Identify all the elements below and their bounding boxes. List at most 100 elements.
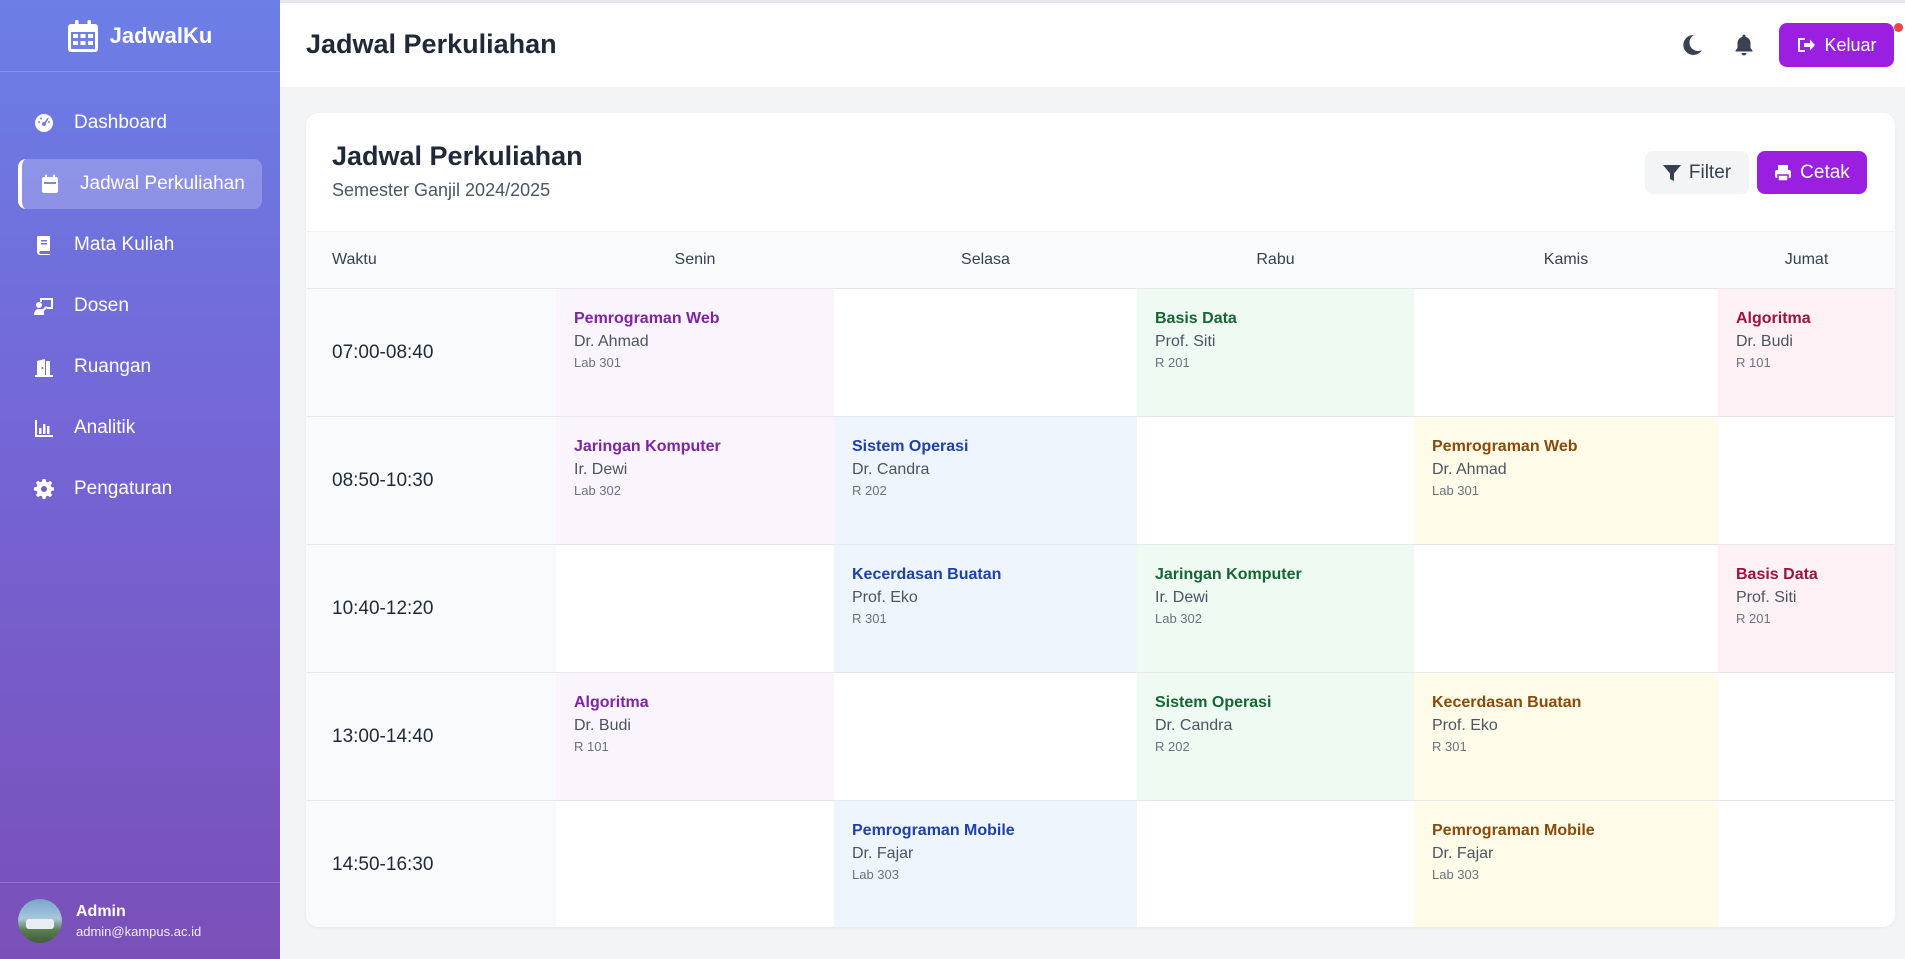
sidebar-item-ruangan[interactable]: Ruangan [18, 342, 262, 392]
notification-dot [1894, 23, 1903, 32]
sidebar-item-label: Analitik [74, 417, 136, 438]
calendar-icon [67, 19, 98, 52]
schedule-entry[interactable]: Kecerdasan Buatan Prof. Eko R 301 [1414, 673, 1718, 800]
empty-slot [1414, 545, 1718, 672]
schedule-entry[interactable]: Jaringan Komputer Ir. Dewi Lab 302 [1137, 545, 1414, 672]
page-title: Jadwal Perkuliahan [306, 29, 557, 59]
schedule-entry[interactable]: Algoritma Dr. Budi R 101 [556, 673, 834, 800]
lecturer-name: Ir. Dewi [574, 461, 628, 478]
gauge-icon [35, 114, 53, 132]
filter-label: Filter [1688, 161, 1732, 183]
course-name: Pemrograman Web [1432, 438, 1578, 455]
lecturer-name: Dr. Candra [1155, 717, 1233, 734]
schedule-entry[interactable]: Pemrograman Mobile Dr. Fajar Lab 303 [1414, 801, 1718, 927]
room-name: R 101 [574, 739, 609, 754]
user-profile[interactable]: Admin admin@kampus.ac.id [0, 882, 280, 959]
lecturer-name: Dr. Ahmad [574, 333, 649, 350]
lecturer-name: Ir. Dewi [1155, 589, 1209, 606]
empty-slot [1414, 289, 1718, 416]
room-name: Lab 302 [574, 483, 621, 498]
time-slot: 14:50-16:30 [306, 801, 556, 927]
lecturer-name: Dr. Fajar [1432, 845, 1494, 862]
lecturer-name: Prof. Eko [852, 589, 918, 606]
schedule-table: Waktu Senin Selasa Rabu Kamis Jumat 07:0… [306, 231, 1895, 927]
moon-icon[interactable] [1680, 33, 1704, 57]
room-name: R 101 [1736, 355, 1771, 370]
print-button[interactable]: Cetak [1757, 151, 1867, 194]
column-header: Kamis [1543, 251, 1589, 268]
logout-icon [1798, 38, 1816, 52]
schedule-entry[interactable]: Kecerdasan Buatan Prof. Eko R 301 [834, 545, 1137, 672]
lecturer-name: Dr. Budi [574, 717, 631, 734]
sidebar-item-dashboard[interactable]: Dashboard [18, 98, 262, 148]
empty-slot [834, 673, 1137, 800]
room-name: R 201 [1736, 611, 1771, 626]
empty-slot [556, 545, 834, 672]
schedule-entry[interactable]: Sistem Operasi Dr. Candra R 202 [1137, 673, 1414, 800]
sidebar-item-label: Dashboard [74, 112, 167, 133]
door-icon [35, 359, 53, 377]
column-header: Waktu [332, 251, 377, 268]
table-body: 07:00-08:40 Pemrograman Web Dr. Ahmad Lab 3… [306, 289, 1895, 927]
brand[interactable]: JadwalKu [0, 0, 280, 72]
teacher-icon [34, 298, 53, 315]
schedule-entry[interactable]: Jaringan Komputer Ir. Dewi Lab 302 [556, 417, 834, 544]
table-row: 10:40-12:20 Kecerdasan Buatan Prof. Eko R 3… [306, 545, 1895, 673]
course-name: Jaringan Komputer [1155, 566, 1302, 583]
course-name: Pemrograman Mobile [1432, 822, 1595, 839]
room-name: R 301 [1432, 739, 1467, 754]
sidebar-item-pengaturan[interactable]: Pengaturan [18, 464, 262, 514]
sidebar-item-jadwal-perkuliahan[interactable]: Jadwal Perkuliahan [18, 159, 262, 209]
table-header: Waktu Senin Selasa Rabu Kamis Jumat [306, 231, 1895, 289]
sidebar-item-mata-kuliah[interactable]: Mata Kuliah [18, 220, 262, 270]
lecturer-name: Dr. Ahmad [1432, 461, 1507, 478]
course-name: Basis Data [1155, 310, 1237, 327]
room-name: Lab 301 [574, 355, 621, 370]
print-label: Cetak [1800, 161, 1850, 183]
sidebar-item-label: Mata Kuliah [74, 234, 175, 255]
room-name: Lab 302 [1155, 611, 1202, 626]
table-row: 14:50-16:30 Pemrograman Mobile Dr. Fajar La… [306, 801, 1895, 927]
course-name: Kecerdasan Buatan [1432, 694, 1582, 711]
time-slot: 10:40-12:20 [306, 545, 556, 672]
lecturer-name: Dr. Candra [852, 461, 930, 478]
sidebar-item-analitik[interactable]: Analitik [18, 403, 262, 453]
header: Jadwal Perkuliahan Keluar [280, 0, 1905, 88]
schedule-entry[interactable]: Pemrograman Mobile Dr. Fajar Lab 303 [834, 801, 1137, 927]
course-name: Algoritma [574, 694, 649, 711]
empty-slot [556, 801, 834, 927]
empty-slot [1718, 673, 1895, 800]
schedule-entry[interactable]: Pemrograman Web Dr. Ahmad Lab 301 [1414, 417, 1718, 544]
table-row: 08:50-10:30 Jaringan Komputer Ir. Dewi Lab … [306, 417, 1895, 545]
card-subtitle: Semester Ganjil 2024/2025 [332, 180, 551, 200]
schedule-entry[interactable]: Pemrograman Web Dr. Ahmad Lab 301 [556, 289, 834, 416]
schedule-entry[interactable]: Basis Data Prof. Siti R 201 [1137, 289, 1414, 416]
sidebar-item-label: Ruangan [74, 356, 152, 377]
empty-slot [1718, 801, 1895, 927]
sidebar-item-label: Jadwal Perkuliahan [80, 173, 245, 194]
course-name: Jaringan Komputer [574, 438, 721, 455]
logout-button[interactable]: Keluar [1779, 23, 1894, 67]
empty-slot [1137, 801, 1414, 927]
sidebar-item-dosen[interactable]: Dosen [18, 281, 262, 331]
schedule-entry[interactable]: Sistem Operasi Dr. Candra R 202 [834, 417, 1137, 544]
book-icon [37, 236, 50, 255]
room-name: R 201 [1155, 355, 1190, 370]
course-name: Kecerdasan Buatan [852, 566, 1002, 583]
lecturer-name: Prof. Siti [1155, 333, 1216, 350]
sidebar-item-label: Pengaturan [74, 478, 173, 499]
course-name: Sistem Operasi [1155, 694, 1272, 711]
sidebar: JadwalKu Dashboard Jadwal Perkuliahan Ma… [0, 0, 280, 959]
sidebar-item-label: Dosen [74, 295, 129, 316]
filter-button[interactable]: Filter [1645, 151, 1749, 194]
room-name: Lab 303 [852, 867, 899, 882]
course-name: Algoritma [1736, 310, 1811, 327]
sidebar-nav: Dashboard Jadwal Perkuliahan Mata Kuliah… [0, 72, 280, 514]
time-slot: 13:00-14:40 [306, 673, 556, 800]
schedule-entry[interactable]: Algoritma Dr. Budi R 101 [1718, 289, 1895, 416]
column-header: Selasa [961, 251, 1010, 268]
bell-icon[interactable] [1732, 33, 1756, 57]
table-row: 07:00-08:40 Pemrograman Web Dr. Ahmad Lab 3… [306, 289, 1895, 417]
schedule-entry[interactable]: Basis Data Prof. Siti R 201 [1718, 545, 1895, 672]
filter-icon [1662, 164, 1681, 181]
